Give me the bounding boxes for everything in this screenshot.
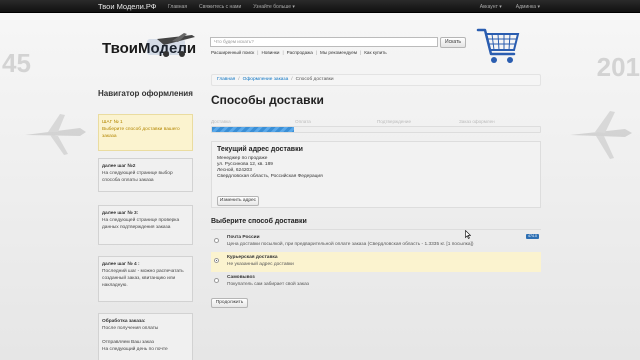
search-input[interactable]: Что будем искать? <box>210 37 438 47</box>
progress-label-delivery: Доставка <box>211 119 231 124</box>
top-navbar: Твои Модели.РФ Главная Свяжитесь с нами … <box>0 0 640 13</box>
step-2-head: далее шаг №2 <box>102 164 136 169</box>
address-lines: Менеджер по продаже ул. Руссинова 12, кв… <box>217 156 323 180</box>
shopping-cart-icon[interactable] <box>476 26 520 66</box>
step-1-head: ШАГ № 1 <box>102 120 123 125</box>
airplane-decoration-right-icon <box>570 111 632 159</box>
background-number-left: 45 <box>2 48 31 78</box>
progress-label-done: Заказ оформлен <box>459 119 495 124</box>
processing-text-3: На следующий день по почте <box>102 347 168 352</box>
breadcrumb: Главная / Оформление заказа / Способ дос… <box>211 74 541 86</box>
step-1-text: Выберите способ доставки вашего заказа <box>102 127 180 139</box>
sidebar-step-4: далее шаг № 4 : Последний шаг - можно ра… <box>98 256 193 302</box>
address-line: Свердловская область, Российская Федерац… <box>217 174 323 179</box>
link-advanced-search[interactable]: Расширенный поиск <box>211 50 254 55</box>
step-3-head: далее шаг № 3: <box>102 211 139 216</box>
shipping-section-title: Выберите способ доставки <box>211 218 307 225</box>
quick-links: Расширенный поиск | Новинки | Распродажа | … <box>211 49 387 55</box>
brand-link[interactable]: Твои Модели.РФ <box>98 2 157 11</box>
shipping-option-pickup[interactable]: Самовывоз Покупатель сам забирает свой з… <box>211 272 541 292</box>
shipping-option-russian-post[interactable]: Почта России Цена доставки посылкой, при… <box>211 232 541 252</box>
radio-russian-post[interactable] <box>214 238 219 243</box>
nav-home[interactable]: Главная <box>168 4 187 10</box>
mouse-cursor-icon <box>465 230 471 239</box>
step-3-text: На следующей странице проверка данных по… <box>102 218 180 230</box>
airplane-decoration-icon <box>25 114 86 155</box>
sidebar-step-2: далее шаг №2 На следующей странице выбор… <box>98 158 193 192</box>
progress-labels: Доставка Оплата Подтверждение Заказ офор… <box>211 119 541 126</box>
link-how-to-buy[interactable]: Как купить <box>364 50 386 55</box>
sidebar-processing: Обработка заказа: После получения оплаты… <box>98 313 193 360</box>
step-4-head: далее шаг № 4 : <box>102 262 140 267</box>
site-logo[interactable]: ТвоиМодели <box>102 33 202 63</box>
radio-pickup[interactable] <box>214 278 219 283</box>
search-button[interactable]: Искать <box>440 36 466 48</box>
nav-admin[interactable]: Админка ▾ <box>516 4 540 10</box>
address-title: Текущий адрес доставки <box>217 146 303 153</box>
link-new[interactable]: Новинки <box>261 50 279 55</box>
sidebar-step-3: далее шаг № 3: На следующей странице про… <box>98 205 193 245</box>
price-badge: 474.0 <box>526 234 539 239</box>
processing-head: Обработка заказа: <box>102 319 146 324</box>
continue-button[interactable]: Продолжить <box>211 298 248 308</box>
breadcrumb-checkout[interactable]: Оформление заказа <box>243 77 289 83</box>
nav-account[interactable]: Аккаунт ▾ <box>480 4 502 10</box>
processing-text-1: После получения оплаты <box>102 326 159 331</box>
current-address-panel: Текущий адрес доставки Менеджер по прода… <box>211 141 541 208</box>
sidebar-step-1: ШАГ № 1 Выберите способ доставки вашего … <box>98 114 193 151</box>
top-nav: Главная Свяжитесь с нами Узнайте больше … <box>168 4 295 10</box>
processing-text-2: Отправляем Ваш заказ <box>102 340 154 345</box>
background-number-right: 201 <box>596 52 640 82</box>
step-2-text: На следующей странице выбор способа опла… <box>102 171 173 183</box>
step-4-text: Последний шаг - можно распечатать создан… <box>102 269 184 288</box>
change-address-button[interactable]: Изменить адрес <box>217 196 259 206</box>
nav-learn-more[interactable]: Узнайте больше ▾ <box>253 4 295 10</box>
nav-contact[interactable]: Свяжитесь с нами <box>199 4 241 10</box>
top-nav-right: Аккаунт ▾ Админка ▾ <box>480 4 540 10</box>
divider <box>211 229 541 230</box>
progress-fill <box>212 127 294 132</box>
option-desc: Не указанный адрес доставки <box>227 261 294 267</box>
option-desc: Цена доставки посылкой, при предваритель… <box>227 241 474 247</box>
breadcrumb-current: Способ доставки <box>295 77 334 82</box>
checkout-progress-bar <box>211 126 541 133</box>
link-recommended[interactable]: Мы рекомендуем <box>320 50 357 55</box>
sidebar-title: Навигатор оформления <box>98 89 193 98</box>
radio-courier[interactable] <box>214 258 219 263</box>
progress-label-payment: Оплата <box>295 119 311 124</box>
shipping-option-courier[interactable]: Курьерская доставка Не указанный адрес д… <box>211 252 541 272</box>
progress-label-confirmation: Подтверждение <box>377 119 412 124</box>
link-sale[interactable]: Распродажа <box>287 50 313 55</box>
page-title: Способы доставки <box>211 93 324 107</box>
option-desc: Покупатель сам забирает свой заказ <box>227 281 309 287</box>
breadcrumb-home[interactable]: Главная <box>217 77 235 83</box>
